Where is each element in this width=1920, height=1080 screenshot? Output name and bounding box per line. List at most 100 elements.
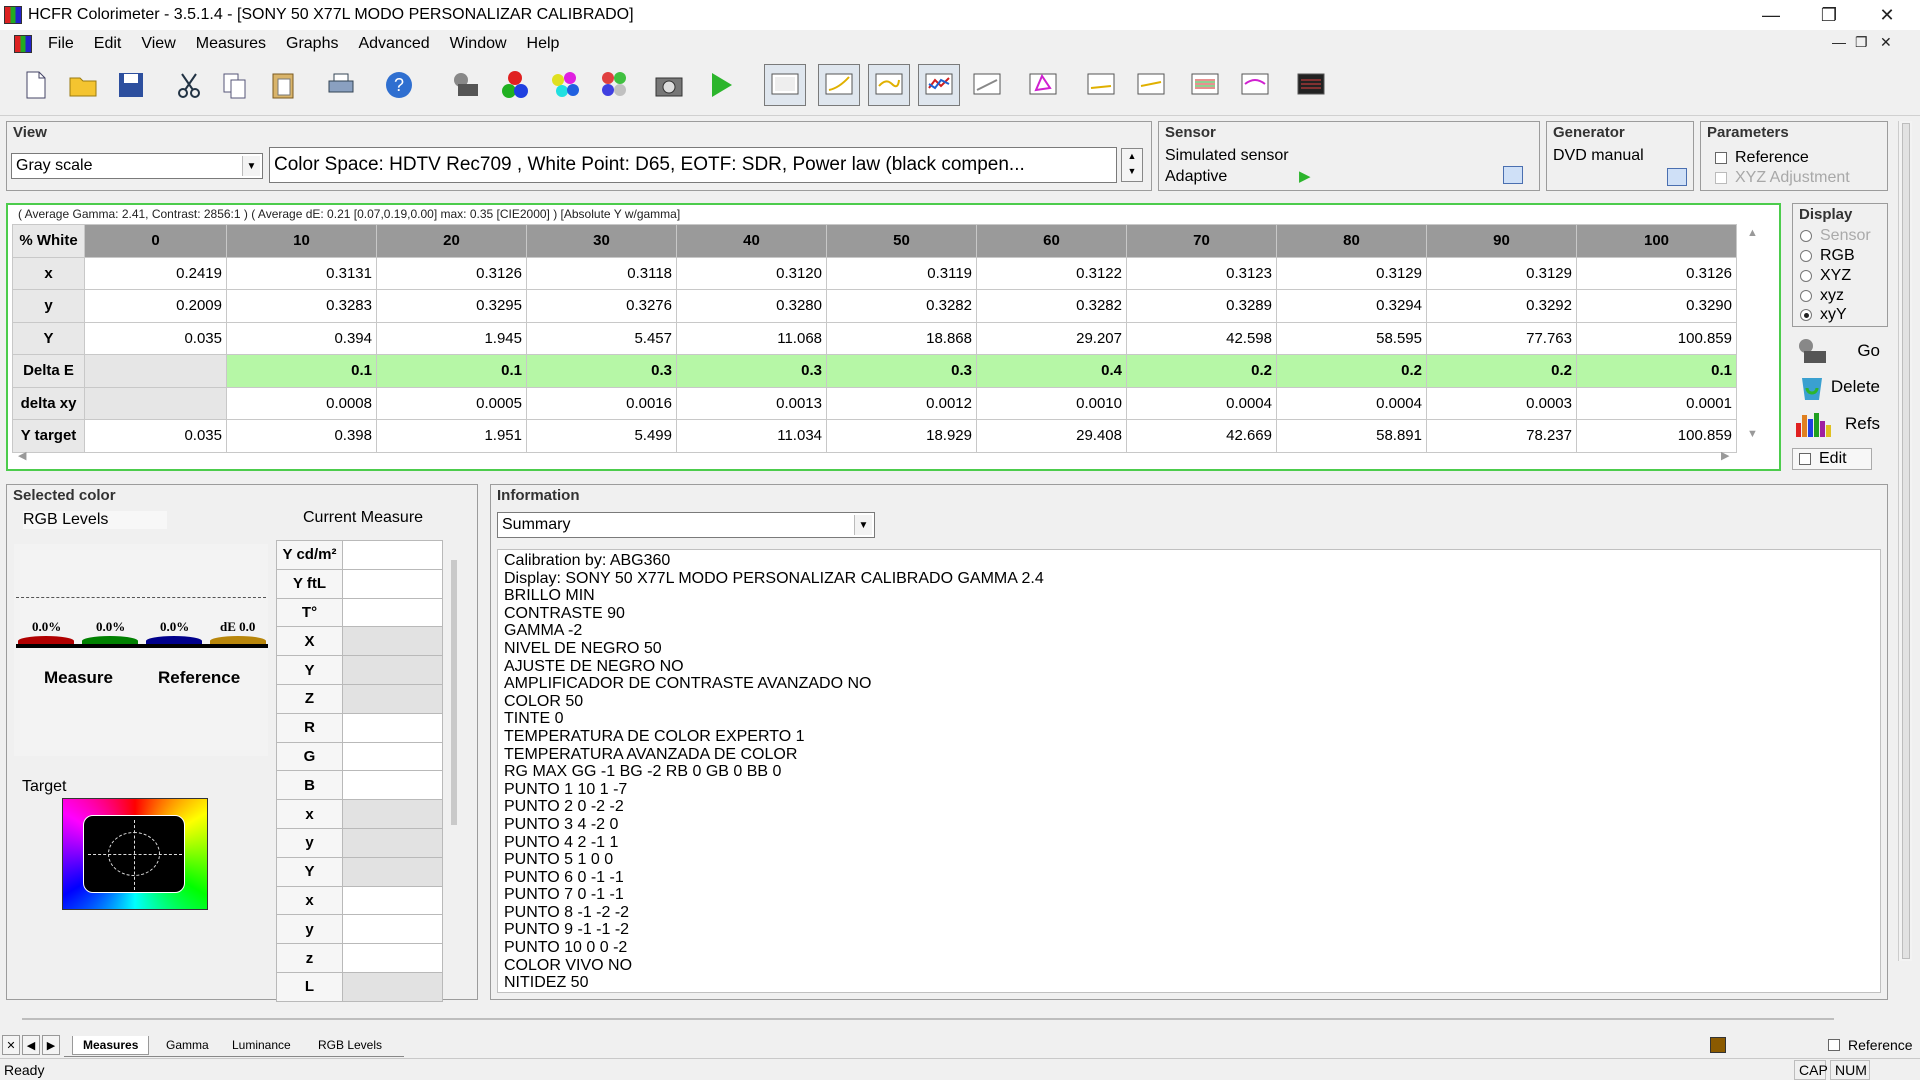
column-header[interactable]: 40 bbox=[676, 224, 827, 258]
column-header[interactable]: 90 bbox=[1426, 224, 1577, 258]
table-cell[interactable] bbox=[84, 386, 227, 420]
current-measure-scroll-thumb[interactable] bbox=[451, 560, 457, 825]
table-cell[interactable]: 1.951 bbox=[376, 419, 527, 453]
graph-view-1-button[interactable] bbox=[764, 64, 806, 106]
vertical-scrollbar[interactable] bbox=[1898, 121, 1912, 961]
table-cell[interactable]: 11.068 bbox=[676, 321, 827, 355]
table-cell[interactable]: 0.3276 bbox=[526, 289, 677, 323]
table-cell[interactable]: 0.2009 bbox=[84, 289, 227, 323]
mdi-restore-button[interactable]: ❐ bbox=[1855, 34, 1868, 51]
table-cell[interactable]: 18.929 bbox=[826, 419, 977, 453]
tab-rgb-levels[interactable]: RGB Levels bbox=[308, 1036, 392, 1054]
menu-help[interactable]: Help bbox=[517, 35, 570, 53]
display-option-rgb[interactable]: RGB bbox=[1800, 247, 1855, 265]
scrollbar-thumb[interactable] bbox=[1902, 123, 1910, 959]
table-cell[interactable]: 0.3123 bbox=[1126, 256, 1277, 290]
table-cell[interactable]: 0.3129 bbox=[1276, 256, 1427, 290]
chevron-down-icon[interactable]: ▼ bbox=[854, 515, 872, 535]
chevron-down-icon[interactable]: ▼ bbox=[242, 156, 260, 176]
table-cell[interactable]: 0.398 bbox=[226, 419, 377, 453]
tab-measures[interactable]: Measures bbox=[72, 1036, 150, 1055]
cie-chart-button[interactable] bbox=[1022, 64, 1064, 106]
delete-button[interactable]: Delete bbox=[1790, 370, 1886, 404]
menu-graphs[interactable]: Graphs bbox=[276, 35, 348, 53]
display-option-xyz-lower[interactable]: xyz bbox=[1800, 287, 1844, 305]
graph-view-5-button[interactable] bbox=[966, 64, 1008, 106]
table-cell[interactable]: 0.0001 bbox=[1576, 386, 1737, 420]
measure-all-colors-button[interactable] bbox=[594, 64, 636, 106]
table-cell[interactable]: 0.3 bbox=[676, 354, 827, 388]
graph-view-10-button[interactable] bbox=[1234, 64, 1276, 106]
close-tab-icon[interactable]: ✕ bbox=[2, 1035, 20, 1055]
new-button[interactable] bbox=[14, 64, 56, 106]
column-header[interactable]: 100 bbox=[1576, 224, 1737, 258]
table-cell[interactable]: 78.237 bbox=[1426, 419, 1577, 453]
menu-view[interactable]: View bbox=[131, 35, 185, 53]
column-header[interactable]: 70 bbox=[1126, 224, 1277, 258]
document-icon[interactable] bbox=[14, 35, 32, 53]
column-header[interactable]: 50 bbox=[826, 224, 977, 258]
checkbox-icon[interactable] bbox=[1799, 453, 1811, 465]
column-header[interactable]: 20 bbox=[376, 224, 527, 258]
go-button[interactable]: Go bbox=[1790, 334, 1886, 368]
graph-view-11-button[interactable] bbox=[1290, 64, 1332, 106]
menu-file[interactable]: File bbox=[38, 35, 84, 53]
table-cell[interactable]: 0.3283 bbox=[226, 289, 377, 323]
radio-icon[interactable] bbox=[1800, 250, 1812, 262]
table-cell[interactable]: 100.859 bbox=[1576, 419, 1737, 453]
column-header[interactable]: 10 bbox=[226, 224, 377, 258]
display-option-xyz-upper[interactable]: XYZ bbox=[1800, 267, 1851, 285]
table-cell[interactable]: 58.891 bbox=[1276, 419, 1427, 453]
configure-generator-icon[interactable] bbox=[1667, 168, 1687, 186]
graph-view-luminance-button[interactable] bbox=[868, 64, 910, 106]
measure-sensor-button[interactable] bbox=[444, 64, 486, 106]
scroll-left-icon[interactable]: ◀ bbox=[18, 449, 26, 462]
information-select[interactable]: Summary ▼ bbox=[497, 512, 875, 538]
play-icon[interactable]: ▶ bbox=[1299, 167, 1311, 185]
scroll-down-icon[interactable]: ▼ bbox=[1747, 428, 1758, 440]
table-cell[interactable]: 0.2419 bbox=[84, 256, 227, 290]
table-cell[interactable]: 0.0008 bbox=[226, 386, 377, 420]
mdi-close-button[interactable]: ✕ bbox=[1880, 34, 1892, 51]
table-cell[interactable]: 100.859 bbox=[1576, 321, 1737, 355]
horizontal-scroll-track[interactable] bbox=[22, 1018, 1834, 1020]
display-option-xyy[interactable]: xyY bbox=[1800, 306, 1847, 324]
table-cell[interactable]: 1.945 bbox=[376, 321, 527, 355]
scroll-right-icon[interactable]: ▶ bbox=[1721, 449, 1729, 462]
table-cell[interactable]: 77.763 bbox=[1426, 321, 1577, 355]
print-button[interactable] bbox=[320, 64, 362, 106]
table-cell[interactable]: 0.2 bbox=[1426, 354, 1577, 388]
reference-checkbox[interactable]: Reference bbox=[1715, 149, 1809, 167]
refs-button[interactable]: Refs bbox=[1790, 407, 1886, 441]
column-header[interactable]: 0 bbox=[84, 224, 227, 258]
table-cell[interactable]: 58.595 bbox=[1276, 321, 1427, 355]
checkbox-icon[interactable] bbox=[1715, 152, 1727, 164]
table-cell[interactable]: 0.035 bbox=[84, 321, 227, 355]
edit-toggle[interactable]: Edit bbox=[1792, 448, 1872, 470]
tab-next-icon[interactable]: ▶ bbox=[42, 1035, 60, 1055]
table-cell[interactable]: 0.3131 bbox=[226, 256, 377, 290]
view-select[interactable]: Gray scale ▼ bbox=[11, 153, 263, 179]
radio-selected-icon[interactable] bbox=[1800, 309, 1812, 321]
table-cell[interactable]: 0.3126 bbox=[1576, 256, 1737, 290]
graph-view-7-button[interactable] bbox=[1080, 64, 1122, 106]
plugin-icon[interactable] bbox=[1710, 1037, 1726, 1053]
scroll-up-icon[interactable]: ▲ bbox=[1747, 227, 1758, 239]
tab-luminance[interactable]: Luminance bbox=[222, 1036, 301, 1054]
table-cell[interactable]: 0.3282 bbox=[826, 289, 977, 323]
table-cell[interactable]: 0.3280 bbox=[676, 289, 827, 323]
xyz-adjustment-checkbox[interactable]: XYZ Adjustment bbox=[1715, 169, 1850, 187]
table-cell[interactable]: 0.0003 bbox=[1426, 386, 1577, 420]
table-cell[interactable]: 0.3129 bbox=[1426, 256, 1577, 290]
measure-secondaries-button[interactable] bbox=[544, 64, 586, 106]
menu-edit[interactable]: Edit bbox=[84, 35, 132, 53]
restore-button[interactable]: ❐ bbox=[1800, 0, 1858, 30]
status-reference-checkbox[interactable]: Reference bbox=[1828, 1037, 1913, 1053]
table-cell[interactable] bbox=[84, 354, 227, 388]
table-cell[interactable]: 0.0010 bbox=[976, 386, 1127, 420]
camera-button[interactable] bbox=[648, 64, 690, 106]
graph-view-gamma-button[interactable] bbox=[818, 64, 860, 106]
table-cell[interactable]: 0.0004 bbox=[1276, 386, 1427, 420]
table-cell[interactable]: 0.3289 bbox=[1126, 289, 1277, 323]
open-button[interactable] bbox=[62, 64, 104, 106]
